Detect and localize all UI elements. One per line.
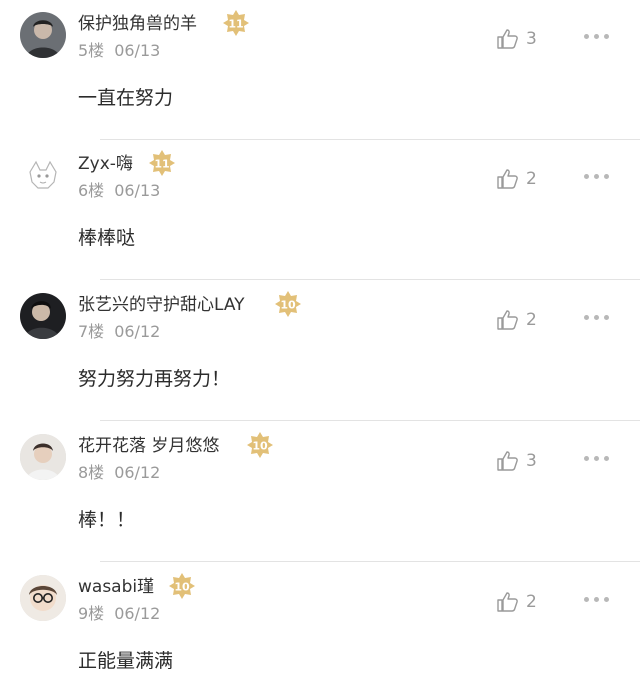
comment-item: 花开花落 岁月悠悠 10 8楼 06/12 3 棒！！ (0, 422, 640, 562)
like-count: 2 (526, 592, 537, 612)
avatar-image (20, 575, 66, 621)
comment-item: Zyx-嗨 11 6楼 06/13 2 棒棒哒 (0, 140, 640, 280)
level-number: 11 (228, 18, 243, 31)
more-dots-icon (584, 597, 589, 602)
level-number: 10 (252, 440, 268, 453)
level-number: 10 (174, 581, 190, 594)
like-count: 2 (526, 169, 537, 189)
username[interactable]: 花开花落 岁月悠悠 (78, 434, 219, 458)
floor-number: 7楼 (78, 322, 105, 341)
divider (100, 420, 640, 421)
level-badge: 11 (222, 9, 250, 37)
divider (100, 561, 640, 562)
avatar-image (20, 434, 66, 480)
username[interactable]: 保护独角兽的羊 (78, 12, 197, 36)
more-options-button[interactable] (584, 174, 609, 179)
comment-meta: 6楼 06/13 (78, 180, 160, 202)
like-button[interactable]: 3 (496, 448, 537, 474)
floor-number: 9楼 (78, 604, 105, 623)
more-dots-icon (584, 315, 589, 320)
comment-date: 06/13 (114, 41, 161, 60)
more-dots-icon (584, 174, 589, 179)
comment-item: wasabi瑾 10 9楼 06/12 2 正能量满满 (0, 563, 640, 689)
comment-meta: 5楼 06/13 (78, 40, 160, 62)
like-count: 3 (526, 451, 537, 471)
username[interactable]: 张艺兴的守护甜心LAY (78, 293, 245, 317)
comment-list: 保护独角兽的羊 11 5楼 06/13 3 一直在努力 Zyx-嗨 11 6楼 … (0, 0, 640, 689)
like-count: 3 (526, 29, 537, 49)
more-dots-icon (584, 456, 589, 461)
like-button[interactable]: 3 (496, 26, 537, 52)
comment-meta: 8楼 06/12 (78, 462, 160, 484)
more-options-button[interactable] (584, 456, 609, 461)
comment-text: 一直在努力 (78, 87, 174, 109)
comment-item: 张艺兴的守护甜心LAY 10 7楼 06/12 2 努力努力再努力！ (0, 281, 640, 421)
username[interactable]: Zyx-嗨 (78, 152, 133, 176)
like-button[interactable]: 2 (496, 307, 537, 333)
floor-number: 5楼 (78, 41, 105, 60)
avatar-image (20, 293, 66, 339)
like-button[interactable]: 2 (496, 589, 537, 615)
comment-meta: 7楼 06/12 (78, 321, 160, 343)
comment-text: 棒棒哒 (78, 227, 136, 249)
floor-number: 6楼 (78, 181, 105, 200)
like-count: 2 (526, 310, 537, 330)
level-badge: 10 (274, 290, 302, 318)
comment-item: 保护独角兽的羊 11 5楼 06/13 3 一直在努力 (0, 0, 640, 140)
comment-text: 努力努力再努力！ (78, 368, 231, 390)
comment-date: 06/12 (114, 604, 161, 623)
thumbs-up-icon (497, 310, 518, 330)
level-number: 11 (154, 158, 169, 171)
divider (100, 279, 640, 280)
more-options-button[interactable] (584, 597, 609, 602)
thumbs-up-icon (497, 592, 518, 612)
thumbs-up-icon (497, 451, 518, 471)
level-badge: 11 (148, 149, 176, 177)
thumbs-up-icon (497, 29, 518, 49)
avatar[interactable] (20, 293, 66, 339)
avatar[interactable] (20, 575, 66, 621)
username[interactable]: wasabi瑾 (78, 575, 154, 599)
more-dots-icon (584, 34, 589, 39)
avatar-image (20, 152, 66, 198)
comment-date: 06/13 (114, 181, 161, 200)
comment-text: 棒！！ (78, 509, 136, 531)
comment-date: 06/12 (114, 463, 161, 482)
level-badge: 10 (246, 431, 274, 459)
more-options-button[interactable] (584, 34, 609, 39)
more-options-button[interactable] (584, 315, 609, 320)
floor-number: 8楼 (78, 463, 105, 482)
comment-text: 正能量满满 (78, 650, 174, 672)
avatar[interactable] (20, 434, 66, 480)
comment-date: 06/12 (114, 322, 161, 341)
level-badge: 10 (168, 572, 196, 600)
like-button[interactable]: 2 (496, 166, 537, 192)
level-number: 10 (280, 299, 296, 312)
avatar[interactable] (20, 152, 66, 198)
avatar-image (20, 12, 66, 58)
avatar[interactable] (20, 12, 66, 58)
thumbs-up-icon (497, 169, 518, 189)
comment-meta: 9楼 06/12 (78, 603, 160, 625)
